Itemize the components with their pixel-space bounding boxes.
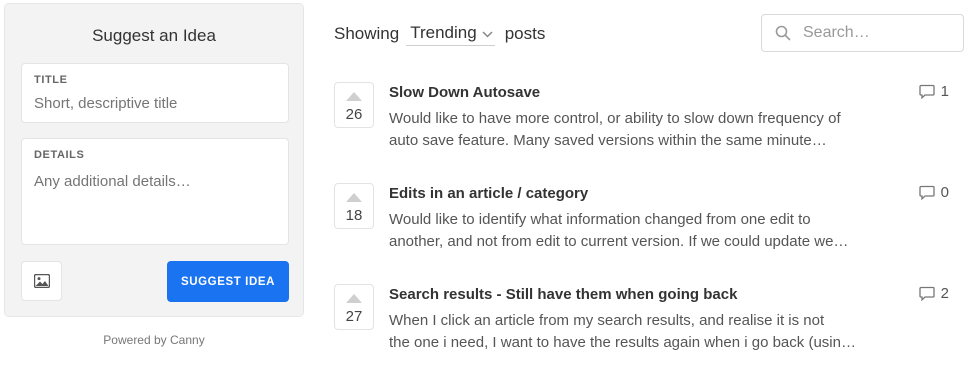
post-title[interactable]: Search results - Still have them when go… bbox=[389, 286, 737, 303]
upvote-button[interactable]: 18 bbox=[334, 183, 374, 229]
post-excerpt-line: When I click an article from my search r… bbox=[389, 312, 825, 329]
attach-image-button[interactable] bbox=[21, 261, 62, 301]
post-excerpt-line: Would like to identify what information … bbox=[389, 211, 811, 228]
post-title[interactable]: Edits in an article / category bbox=[389, 185, 588, 202]
vote-count: 26 bbox=[345, 106, 363, 123]
details-input[interactable] bbox=[34, 173, 278, 190]
title-input[interactable] bbox=[34, 95, 278, 112]
comment-count-value: 2 bbox=[940, 285, 949, 302]
chevron-down-icon bbox=[482, 23, 493, 43]
post-excerpt: Would like to have more control, or abil… bbox=[389, 108, 899, 152]
post-excerpt-line: the one i need, I want to have the resul… bbox=[389, 334, 856, 351]
vote-count: 27 bbox=[345, 308, 363, 325]
comment-icon bbox=[919, 185, 935, 200]
title-field-label: TITLE bbox=[34, 74, 68, 86]
post-item[interactable]: 27 Search results - Still have them when… bbox=[334, 284, 964, 364]
comment-icon bbox=[919, 84, 935, 99]
search-icon bbox=[775, 25, 791, 41]
image-icon bbox=[33, 274, 50, 288]
post-title[interactable]: Slow Down Autosave bbox=[389, 84, 540, 101]
comment-count-value: 1 bbox=[940, 83, 949, 100]
post-item[interactable]: 26 Slow Down Autosave Would like to have… bbox=[334, 82, 964, 162]
post-item[interactable]: 18 Edits in an article / category Would … bbox=[334, 183, 964, 263]
search-box[interactable] bbox=[761, 14, 964, 52]
details-field-label: DETAILS bbox=[34, 149, 85, 161]
panel-title: Suggest an Idea bbox=[92, 26, 216, 45]
sort-value: Trending bbox=[410, 22, 477, 42]
upvote-arrow-icon bbox=[346, 193, 362, 202]
post-excerpt-line: Would like to have more control, or abil… bbox=[389, 110, 841, 127]
sort-dropdown[interactable]: Trending bbox=[406, 22, 495, 46]
comment-count: 0 bbox=[919, 184, 949, 201]
comment-icon bbox=[919, 286, 935, 301]
upvote-button[interactable]: 27 bbox=[334, 284, 374, 330]
title-field[interactable]: TITLE bbox=[21, 63, 289, 123]
sort-bar: Showing Trending posts bbox=[334, 21, 545, 47]
post-excerpt: When I click an article from my search r… bbox=[389, 310, 899, 354]
powered-by-link[interactable]: Powered by Canny bbox=[4, 333, 304, 347]
showing-label: Showing bbox=[334, 24, 400, 43]
suggest-idea-button[interactable]: SUGGEST IDEA bbox=[167, 261, 289, 302]
upvote-arrow-icon bbox=[346, 92, 362, 101]
details-field[interactable]: DETAILS bbox=[21, 138, 289, 245]
post-excerpt-line: auto save feature. Many saved versions w… bbox=[389, 132, 827, 149]
posts-label: posts bbox=[504, 24, 546, 43]
upvote-button[interactable]: 26 bbox=[334, 82, 374, 128]
suggest-idea-panel: Suggest an Idea TITLE DETAILS SUGGEST ID… bbox=[4, 3, 304, 317]
comment-count: 1 bbox=[919, 83, 949, 100]
post-excerpt-line: another, and not from edit to current ve… bbox=[389, 233, 849, 250]
upvote-arrow-icon bbox=[346, 294, 362, 303]
comment-count: 2 bbox=[919, 285, 949, 302]
post-excerpt: Would like to identify what information … bbox=[389, 209, 899, 253]
comment-count-value: 0 bbox=[940, 184, 949, 201]
search-input[interactable] bbox=[803, 24, 953, 42]
vote-count: 18 bbox=[345, 207, 363, 224]
